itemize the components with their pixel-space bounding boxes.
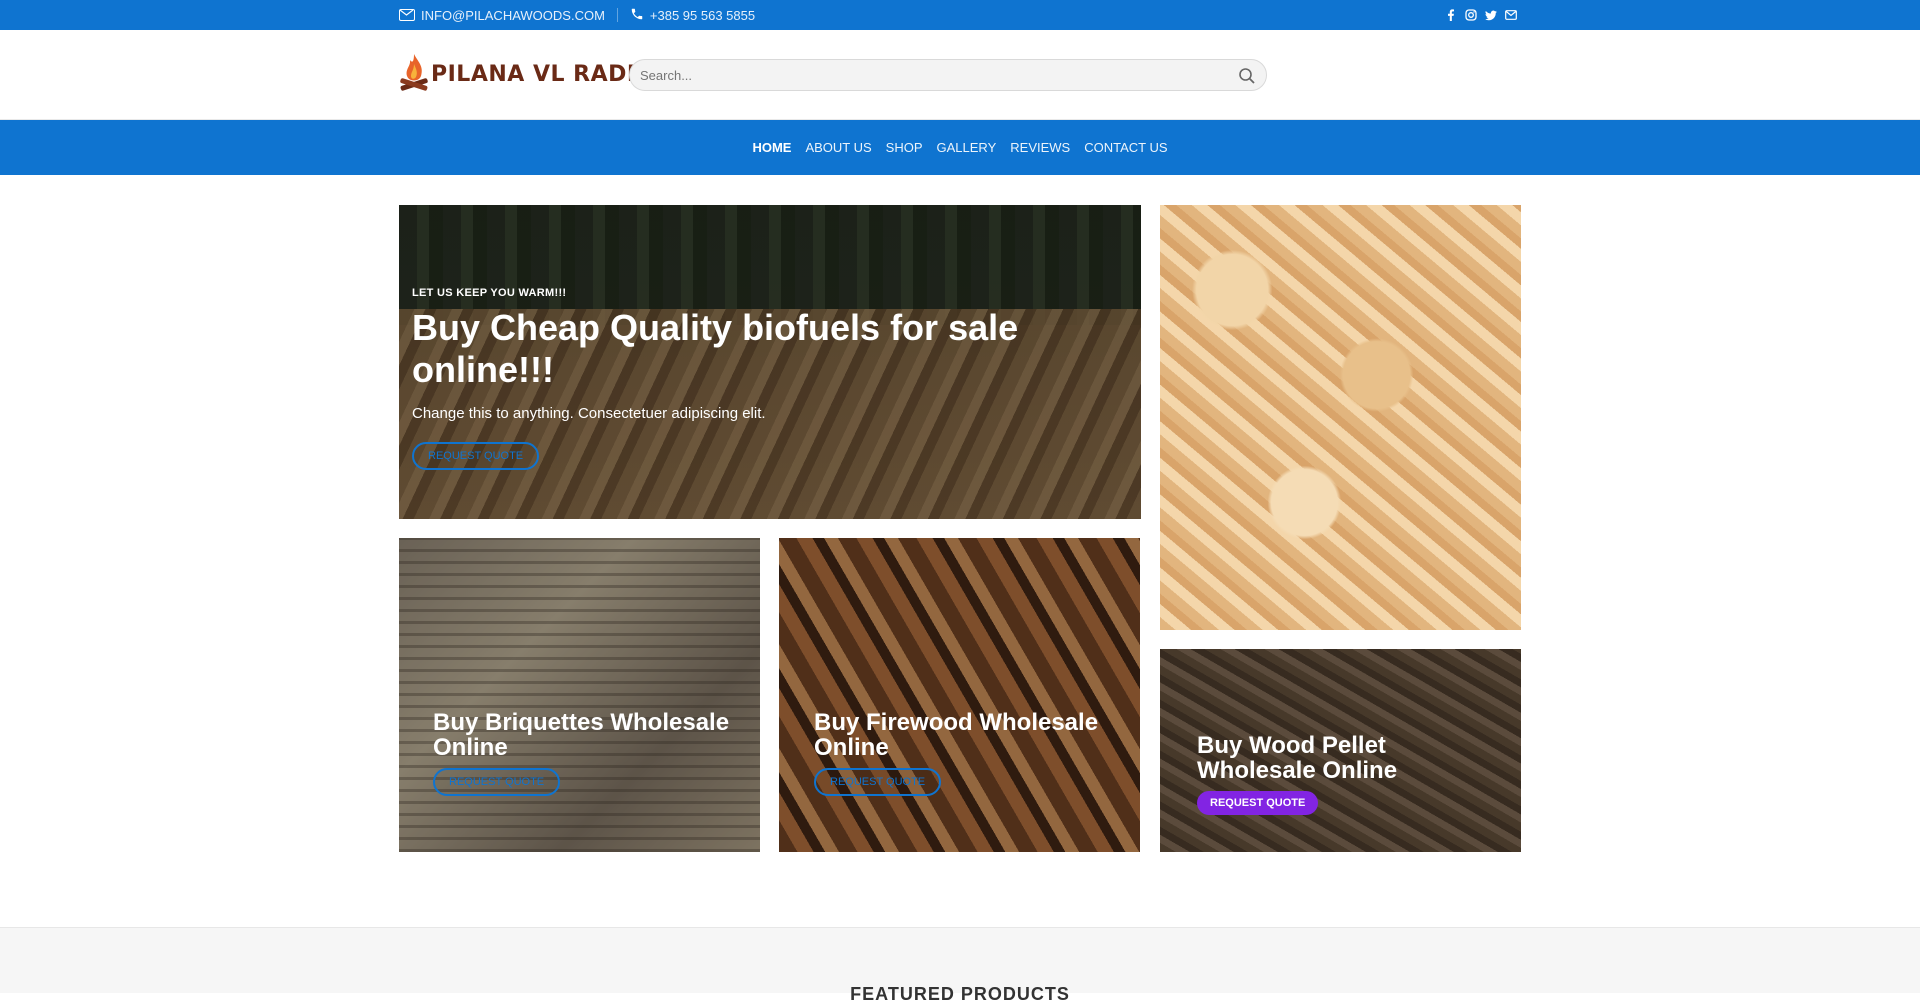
site-logo[interactable]: PILANA VL RADE	[399, 50, 642, 98]
search-bar	[629, 59, 1267, 91]
wood-shavings-image[interactable]	[1160, 205, 1521, 630]
flame-logo-icon	[400, 54, 428, 91]
hero-title: Buy Cheap Quality biofuels for sale onli…	[412, 307, 1019, 390]
logo-text: PILANA VL RADE	[431, 61, 643, 87]
featured-products-section: FEATURED PRODUCTS	[0, 927, 1920, 1004]
pellet-title: Buy Wood Pellet Wholesale Online	[1197, 732, 1398, 784]
contact-email[interactable]: INFO@PILACHAWOODS.COM	[399, 8, 605, 23]
facebook-icon[interactable]	[1445, 9, 1457, 21]
nav-about-us[interactable]: ABOUT US	[805, 140, 871, 155]
contact-phone[interactable]: +385 95 563 5855	[630, 7, 755, 24]
pellet-request-quote-button[interactable]: REQUEST QUOTE	[1197, 791, 1319, 815]
search-input[interactable]	[630, 60, 1266, 90]
phone-text: +385 95 563 5855	[649, 7, 756, 23]
envelope-icon	[399, 9, 415, 21]
briquettes-title: Buy Briquettes Wholesale Online	[433, 709, 730, 761]
firewood-title: Buy Firewood Wholesale Online	[814, 709, 1099, 761]
firewood-banner: Buy Firewood Wholesale Online REQUEST QU…	[779, 538, 1140, 852]
nav-home[interactable]: HOME	[752, 140, 791, 155]
nav-shop[interactable]: SHOP	[886, 140, 923, 155]
hero-banner: LET US KEEP YOU WARM!!! Buy Cheap Qualit…	[399, 205, 1141, 519]
hero-kicker: LET US KEEP YOU WARM!!!	[412, 287, 567, 299]
briquettes-banner: Buy Briquettes Wholesale Online REQUEST …	[399, 538, 760, 852]
phone-icon	[630, 7, 644, 24]
firewood-request-quote-button[interactable]: REQUEST QUOTE	[814, 768, 942, 796]
nav-reviews[interactable]: REVIEWS	[1010, 140, 1070, 155]
featured-heading: FEATURED PRODUCTS	[850, 984, 1070, 1004]
divider	[616, 8, 618, 22]
banner-grid: LET US KEEP YOU WARM!!! Buy Cheap Qualit…	[399, 205, 1521, 855]
hero-request-quote-button[interactable]: REQUEST QUOTE	[412, 442, 540, 470]
nav-gallery[interactable]: GALLERY	[937, 140, 997, 155]
top-bar: INFO@PILACHAWOODS.COM +385 95 563 5855	[0, 0, 1920, 30]
search-icon[interactable]	[1238, 67, 1256, 85]
nav-contact-us[interactable]: CONTACT US	[1084, 140, 1167, 155]
email-text: INFO@PILACHAWOODS.COM	[421, 7, 605, 23]
wood-pellet-banner: Buy Wood Pellet Wholesale Online REQUEST…	[1160, 649, 1521, 852]
instagram-icon[interactable]	[1465, 9, 1477, 21]
twitter-icon[interactable]	[1485, 9, 1497, 21]
site-header: PILANA VL RADE	[0, 30, 1920, 120]
hero-text: Change this to anything. Consectetuer ad…	[412, 405, 766, 422]
email-icon[interactable]	[1505, 9, 1517, 21]
main-nav: HOME ABOUT US SHOP GALLERY REVIEWS CONTA…	[0, 120, 1920, 175]
briquettes-request-quote-button[interactable]: REQUEST QUOTE	[433, 768, 561, 796]
